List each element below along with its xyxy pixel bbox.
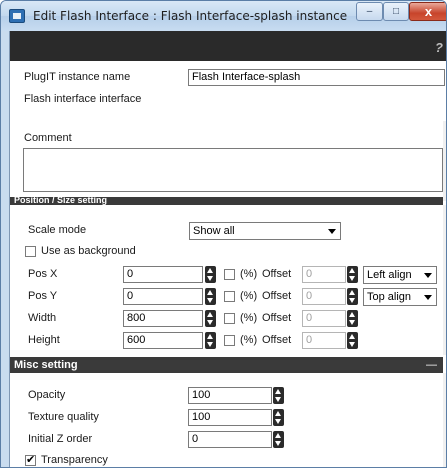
opacity-label: Opacity: [28, 389, 66, 401]
pos-x-offset-label: Offset: [262, 268, 292, 280]
width-label: Width: [28, 312, 57, 324]
pos-y-input[interactable]: 0: [123, 288, 203, 305]
height-percent-checkbox[interactable]: [224, 335, 235, 346]
transparency-label: Transparency: [41, 454, 108, 466]
pos-x-align-value: Left align: [367, 269, 412, 281]
scale-mode-select[interactable]: Show all: [189, 222, 341, 240]
width-input[interactable]: 800: [123, 310, 203, 327]
width-percent-checkbox[interactable]: [224, 313, 235, 324]
misc-section-title: Misc setting: [14, 359, 78, 371]
initial-z-order-label: Initial Z order: [28, 433, 93, 445]
width-offset-stepper[interactable]: [347, 310, 358, 327]
height-stepper[interactable]: [205, 332, 216, 349]
height-offset-label: Offset: [262, 334, 292, 346]
position-scrollbar[interactable]: [443, 205, 446, 355]
pos-x-percent-checkbox[interactable]: [224, 269, 235, 280]
texture-quality-input[interactable]: 100: [188, 409, 272, 426]
height-percent-label: (%): [240, 334, 258, 346]
transparency-checkbox[interactable]: [25, 453, 36, 466]
instance-name-label: PlugIT instance name: [24, 71, 131, 83]
height-input[interactable]: 600: [123, 332, 203, 349]
pos-y-align-value: Top align: [367, 291, 412, 303]
toolbar: ?: [10, 31, 446, 61]
pos-x-percent-label: (%): [240, 268, 258, 280]
pos-y-stepper[interactable]: [205, 288, 216, 305]
height-label: Height: [28, 334, 60, 346]
width-percent-label: (%): [240, 312, 258, 324]
edit-flash-interface-window: Edit Flash Interface : Flash Interface-s…: [0, 0, 447, 468]
pos-y-offset-stepper[interactable]: [347, 288, 358, 305]
height-offset-input[interactable]: 0: [302, 332, 346, 349]
help-icon[interactable]: ?: [435, 40, 443, 55]
close-button[interactable]: x: [409, 2, 446, 21]
pos-y-align-select[interactable]: Top align: [363, 288, 437, 306]
general-scrollbar[interactable]: [443, 121, 446, 201]
width-stepper[interactable]: [205, 310, 216, 327]
chevron-down-icon: [424, 273, 432, 278]
pos-y-offset-label: Offset: [262, 290, 292, 302]
dialog-content: ? PlugIT instance name Flash Interface-s…: [9, 31, 446, 467]
comment-textarea[interactable]: [23, 148, 443, 192]
window-title: Edit Flash Interface : Flash Interface-s…: [33, 9, 348, 23]
use-background-label: Use as background: [41, 245, 136, 257]
texture-quality-stepper[interactable]: [273, 409, 284, 426]
use-background-checkbox[interactable]: [25, 246, 36, 257]
pos-y-label: Pos Y: [28, 290, 58, 302]
instance-name-input[interactable]: Flash Interface-splash: [188, 69, 445, 86]
height-offset-stepper[interactable]: [347, 332, 358, 349]
pos-y-offset-input[interactable]: 0: [302, 288, 346, 305]
misc-scrollbar[interactable]: [443, 373, 446, 467]
interface-label: Flash interface interface: [24, 93, 142, 105]
initial-z-order-stepper[interactable]: [273, 431, 284, 448]
texture-quality-label: Texture quality: [28, 411, 99, 423]
pos-x-offset-input[interactable]: 0: [302, 266, 346, 283]
app-icon: [9, 9, 25, 23]
scale-mode-label: Scale mode: [28, 224, 87, 236]
pos-x-align-select[interactable]: Left align: [363, 266, 437, 284]
misc-section-header[interactable]: Misc setting —: [10, 357, 443, 373]
scale-mode-value: Show all: [193, 225, 235, 237]
maximize-button[interactable]: □: [383, 2, 409, 21]
initial-z-order-input[interactable]: 0: [188, 431, 272, 448]
opacity-input[interactable]: 100: [188, 387, 272, 404]
width-offset-input[interactable]: 0: [302, 310, 346, 327]
opacity-stepper[interactable]: [273, 387, 284, 404]
pos-x-stepper[interactable]: [205, 266, 216, 283]
minimize-button[interactable]: –: [356, 2, 383, 21]
collapse-icon[interactable]: —: [426, 357, 437, 373]
chevron-down-icon: [424, 295, 432, 300]
pos-x-offset-stepper[interactable]: [347, 266, 358, 283]
width-offset-label: Offset: [262, 312, 292, 324]
position-section-header[interactable]: Position / Size setting: [10, 197, 443, 205]
title-bar[interactable]: Edit Flash Interface : Flash Interface-s…: [1, 1, 446, 31]
comment-label: Comment: [24, 132, 72, 144]
pos-x-label: Pos X: [28, 268, 58, 280]
pos-y-percent-label: (%): [240, 290, 258, 302]
chevron-down-icon: [328, 229, 336, 234]
pos-y-percent-checkbox[interactable]: [224, 291, 235, 302]
pos-x-input[interactable]: 0: [123, 266, 203, 283]
